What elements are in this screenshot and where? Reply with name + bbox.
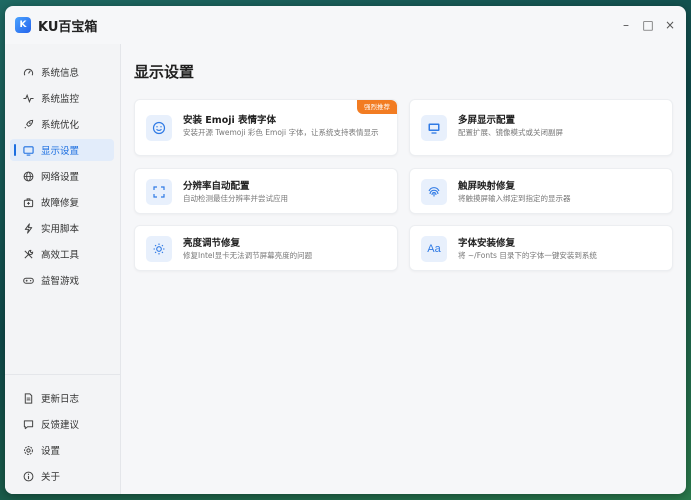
monitor-icon [23, 145, 34, 156]
monitor-icon [421, 115, 447, 141]
sidebar-item-label: 系统信息 [41, 68, 80, 79]
app-logo-icon: K [15, 17, 31, 33]
card-title: 多屏显示配置 [458, 115, 516, 126]
card-description: 修复Intel显卡无法调节屏幕亮度的问题 [183, 251, 313, 260]
sidebar-item-about[interactable]: 关于 [10, 465, 114, 487]
sidebar-item-label: 网络设置 [41, 172, 80, 183]
rocket-icon [24, 119, 34, 129]
sidebar-item-games[interactable]: 益智游戏 [10, 269, 114, 291]
sidebar-item-label: 高效工具 [41, 250, 80, 261]
pulse-icon [23, 93, 34, 103]
sidebar-item-system-info[interactable]: 系统信息 [10, 61, 114, 83]
font-icon-text: Aa [427, 243, 441, 255]
gear-icon [24, 445, 33, 455]
sidebar-item-changelog[interactable]: 更新日志 [10, 387, 114, 409]
brightness-icon [146, 236, 172, 262]
sidebar: 系统信息 系统监控 系统优化 显示设置 网络设置 故障修复 实用脚本 高效工具 [5, 44, 121, 494]
title-bar: K KU百宝箱 – □ × [5, 6, 686, 44]
sidebar-item-tools[interactable]: 高效工具 [10, 243, 114, 265]
card-title: 安装 Emoji 表情字体 [183, 115, 277, 126]
font-icon: Aa [421, 236, 447, 262]
card-description: 安装开源 Twemoji 彩色 Emoji 字体，让系统支持表情显示 [183, 128, 379, 137]
sidebar-divider [5, 374, 121, 375]
smiley-icon [146, 115, 172, 141]
globe-icon [23, 171, 34, 181]
gamepad-icon [23, 277, 34, 284]
sidebar-item-label: 关于 [41, 472, 61, 483]
document-icon [24, 392, 33, 404]
sidebar-item-fault-repair[interactable]: 故障修复 [10, 191, 114, 213]
maximize-button[interactable]: □ [638, 16, 658, 34]
card-emoji-font[interactable]: 安装 Emoji 表情字体 安装开源 Twemoji 彩色 Emoji 字体，让… [134, 99, 398, 156]
sidebar-item-label: 反馈建议 [41, 420, 80, 431]
card-description: 配置扩展、镜像模式或关闭副屏 [458, 128, 563, 137]
window-controls: – □ × [614, 16, 680, 34]
card-brightness[interactable]: 亮度调节修复 修复Intel显卡无法调节屏幕亮度的问题 [134, 225, 398, 271]
page-title: 显示设置 [134, 63, 195, 81]
card-title: 触屏映射修复 [458, 181, 516, 192]
card-multi-screen[interactable]: 多屏显示配置 配置扩展、镜像模式或关闭副屏 [409, 99, 673, 156]
sidebar-item-system-monitor[interactable]: 系统监控 [10, 87, 114, 109]
card-description: 将触摸屏输入绑定到指定的显示器 [458, 194, 571, 203]
toolbox-icon [23, 197, 34, 207]
sidebar-item-label: 益智游戏 [41, 276, 80, 287]
app-window: K KU百宝箱 – □ × 系统信息 系统监控 系统优化 显示设置 网络设置 故… [5, 6, 686, 494]
card-description: 自动检测最佳分辨率并尝试应用 [183, 194, 288, 203]
chat-icon [23, 419, 34, 429]
sidebar-item-label: 更新日志 [41, 394, 80, 405]
sidebar-item-display-settings[interactable]: 显示设置 [10, 139, 114, 161]
card-title: 字体安装修复 [458, 238, 516, 249]
gauge-icon [23, 68, 34, 75]
sidebar-item-settings[interactable]: 设置 [10, 439, 114, 461]
sidebar-item-feedback[interactable]: 反馈建议 [10, 413, 114, 435]
sidebar-item-label: 实用脚本 [41, 224, 80, 235]
app-title: KU百宝箱 [38, 19, 98, 35]
card-title: 亮度调节修复 [183, 238, 241, 249]
tools-icon [24, 249, 34, 259]
recommend-badge: 强烈推荐 [357, 100, 397, 114]
card-touchscreen[interactable]: 触屏映射修复 将触摸屏输入绑定到指定的显示器 [409, 168, 673, 214]
sidebar-item-label: 设置 [41, 446, 61, 457]
sidebar-item-label: 故障修复 [41, 198, 80, 209]
sidebar-item-label: 系统监控 [41, 94, 80, 105]
sidebar-item-scripts[interactable]: 实用脚本 [10, 217, 114, 239]
card-font-install[interactable]: Aa 字体安装修复 将 ~/Fonts 目录下的字体一键安装到系统 [409, 225, 673, 271]
minimize-button[interactable]: – [616, 16, 636, 34]
sidebar-item-network-settings[interactable]: 网络设置 [10, 165, 114, 187]
fullscreen-icon [146, 179, 172, 205]
sidebar-item-label: 系统优化 [41, 120, 80, 131]
close-button[interactable]: × [660, 16, 680, 34]
card-title: 分辨率自动配置 [183, 181, 250, 192]
sidebar-item-label: 显示设置 [41, 146, 80, 157]
card-resolution[interactable]: 分辨率自动配置 自动检测最佳分辨率并尝试应用 [134, 168, 398, 214]
main-content: 显示设置 安装 Emoji 表情字体 安装开源 Twemoji 彩色 Emoji… [122, 44, 686, 494]
lightning-icon [24, 222, 33, 234]
fingerprint-icon [421, 179, 447, 205]
info-icon [23, 471, 34, 481]
sidebar-item-system-optimize[interactable]: 系统优化 [10, 113, 114, 135]
card-description: 将 ~/Fonts 目录下的字体一键安装到系统 [458, 251, 597, 260]
